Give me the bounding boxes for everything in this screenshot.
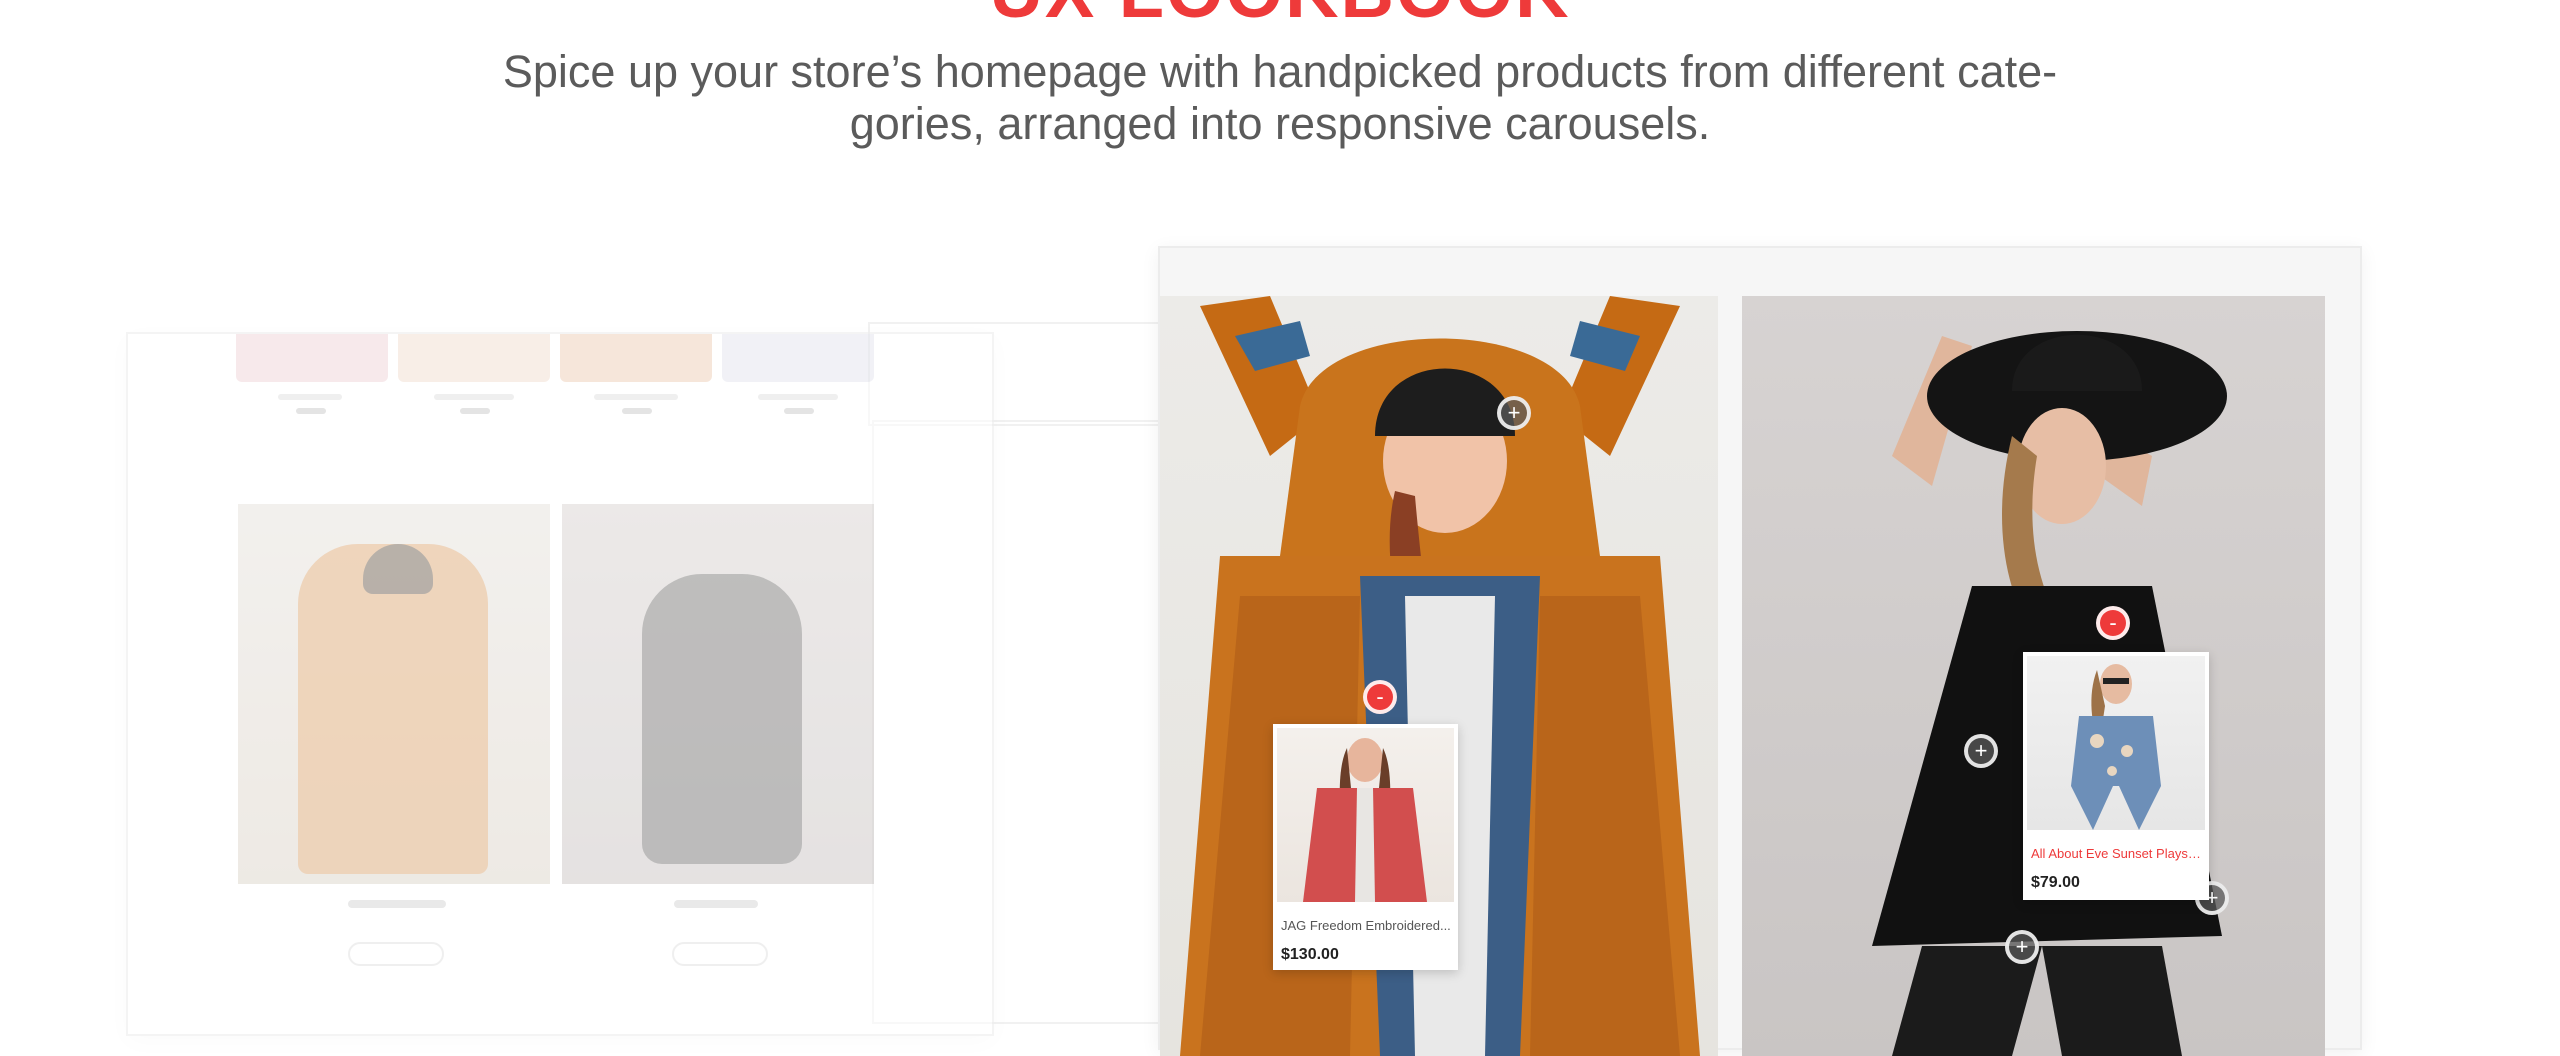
product-red-jacket-illustration xyxy=(1303,738,1427,902)
preview-look-photo xyxy=(562,504,874,884)
product-name[interactable]: All About Eve Sunset Playsu... xyxy=(2031,846,2201,861)
preview-line xyxy=(278,394,342,400)
product-price: $79.00 xyxy=(2031,874,2080,891)
preview-thumb xyxy=(560,334,712,382)
look-photo-left: + - JAG Freedom Embroidered... $130.00 xyxy=(1160,296,1718,1056)
preview-thumb xyxy=(236,334,388,382)
product-card[interactable]: JAG Freedom Embroidered... $130.00 xyxy=(1273,724,1458,970)
lookbook-hotspot-active[interactable]: - xyxy=(2096,606,2130,640)
preview-caption-bar xyxy=(674,900,758,908)
product-image xyxy=(1277,728,1454,902)
preview-line xyxy=(594,394,678,400)
subtitle-line-2: gories, arranged into responsive carouse… xyxy=(849,98,1711,149)
preview-line xyxy=(622,408,652,414)
faded-store-preview xyxy=(126,332,994,1036)
lookbook-hotspot-add[interactable]: + xyxy=(1497,396,1531,430)
look-photo-right: - + + + All About Eve Sunset Playsu... $… xyxy=(1742,296,2325,1056)
product-name[interactable]: JAG Freedom Embroidered... xyxy=(1281,918,1451,933)
product-card[interactable]: All About Eve Sunset Playsu... $79.00 xyxy=(2023,652,2209,900)
preview-line xyxy=(784,408,814,414)
product-price: $130.00 xyxy=(1281,946,1339,963)
lookbook-hotspot-active[interactable]: - xyxy=(1363,680,1397,714)
preview-line xyxy=(460,408,490,414)
preview-thumb xyxy=(398,334,550,382)
preview-caption-bar xyxy=(348,900,446,908)
preview-thumb xyxy=(722,334,874,382)
preview-line xyxy=(434,394,514,400)
preview-line xyxy=(758,394,838,400)
product-playsuit-illustration xyxy=(2071,664,2161,830)
lookbook-card: + - JAG Freedom Embroidered... $130.00 -… xyxy=(1158,246,2362,1056)
product-image xyxy=(2027,656,2205,830)
lookbook-hotspot-add[interactable]: + xyxy=(2005,930,2039,964)
section-subtitle: Spice up your store’s homepage with hand… xyxy=(480,46,2080,150)
section-title: UX LOOKBOOK xyxy=(0,0,2560,32)
subtitle-line-1: Spice up your store’s homepage with hand… xyxy=(502,46,2058,97)
preview-line xyxy=(296,408,326,414)
lookbook-hotspot-add[interactable]: + xyxy=(1964,734,1998,768)
preview-look-photo xyxy=(238,504,550,884)
preview-button xyxy=(672,942,768,966)
preview-button xyxy=(348,942,444,966)
